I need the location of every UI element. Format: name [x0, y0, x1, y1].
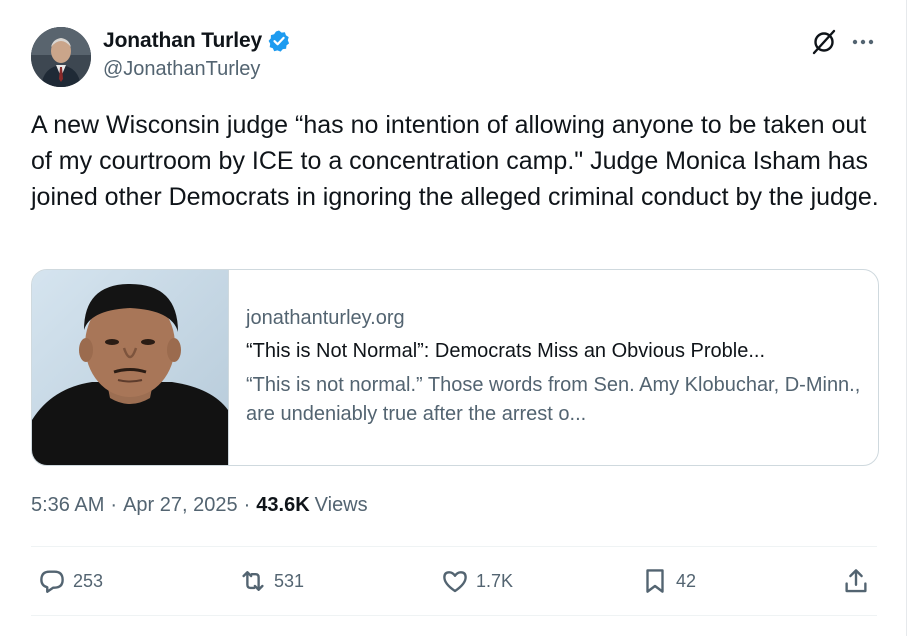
- meta-separator: ·: [243, 494, 251, 516]
- bookmark-count: 42: [676, 570, 697, 591]
- author-name[interactable]: Jonathan Turley: [103, 29, 262, 53]
- bookmark-button[interactable]: 42: [640, 566, 696, 596]
- grok-icon[interactable]: [810, 28, 838, 56]
- link-domain: jonathanturley.org: [246, 307, 405, 329]
- author-name-row: Jonathan Turley: [103, 27, 291, 55]
- share-button[interactable]: [841, 566, 871, 596]
- like-button[interactable]: 1.7K: [440, 566, 513, 596]
- tweet-time[interactable]: 5:36 AM: [31, 494, 104, 517]
- tweet-date[interactable]: Apr 27, 2025: [123, 494, 238, 517]
- tweet-text: A new Wisconsin judge “has no intention …: [31, 111, 879, 211]
- reply-button[interactable]: 253: [37, 566, 103, 596]
- repost-icon: [242, 571, 264, 591]
- bookmark-icon: [646, 569, 664, 593]
- reply-count: 253: [73, 570, 104, 591]
- divider: [31, 546, 877, 547]
- heart-icon: [443, 571, 467, 593]
- link-description: “This is not normal.” Those words from S…: [246, 374, 861, 425]
- author-avatar[interactable]: [31, 27, 91, 87]
- more-options-icon[interactable]: [850, 30, 876, 54]
- avatar-image: [31, 27, 91, 87]
- views-label: Views: [314, 494, 368, 516]
- meta-separator: ·: [110, 494, 118, 516]
- repost-button[interactable]: 531: [238, 566, 304, 596]
- tweet-meta: 5:36 AM · Apr 27, 2025 · 43.6K Views: [31, 494, 368, 517]
- repost-count: 531: [274, 570, 305, 591]
- divider: [31, 615, 877, 616]
- tweet-container: Jonathan Turley @JonathanTurley A new Wi…: [0, 0, 907, 636]
- share-icon: [845, 569, 867, 593]
- author-handle[interactable]: @JonathanTurley: [103, 58, 260, 81]
- reply-icon: [40, 570, 64, 593]
- link-preview-image: [32, 270, 229, 465]
- link-preview-card[interactable]: jonathanturley.org “This is Not Normal”:…: [31, 269, 879, 466]
- verified-badge-icon: [267, 29, 291, 53]
- views-count: 43.6K: [256, 494, 310, 516]
- like-count: 1.7K: [476, 570, 514, 591]
- link-title: “This is Not Normal”: Democrats Miss an …: [246, 340, 766, 362]
